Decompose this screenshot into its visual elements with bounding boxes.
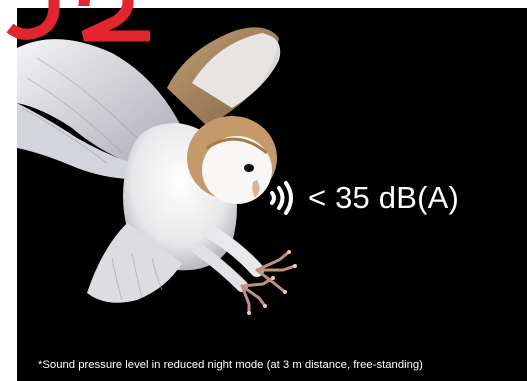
sound-waves-icon	[270, 181, 293, 215]
footnote-text: *Sound pressure level in reduced night m…	[38, 359, 423, 371]
brand-logo-fragment-icon	[6, 0, 150, 42]
sound-level-indicator: < 35 dB(A)	[268, 178, 459, 218]
sound-level-value: < 35 dB(A)	[308, 180, 460, 215]
ad-banner: < 35 dB(A) *Sound pressure level in redu…	[0, 0, 527, 381]
